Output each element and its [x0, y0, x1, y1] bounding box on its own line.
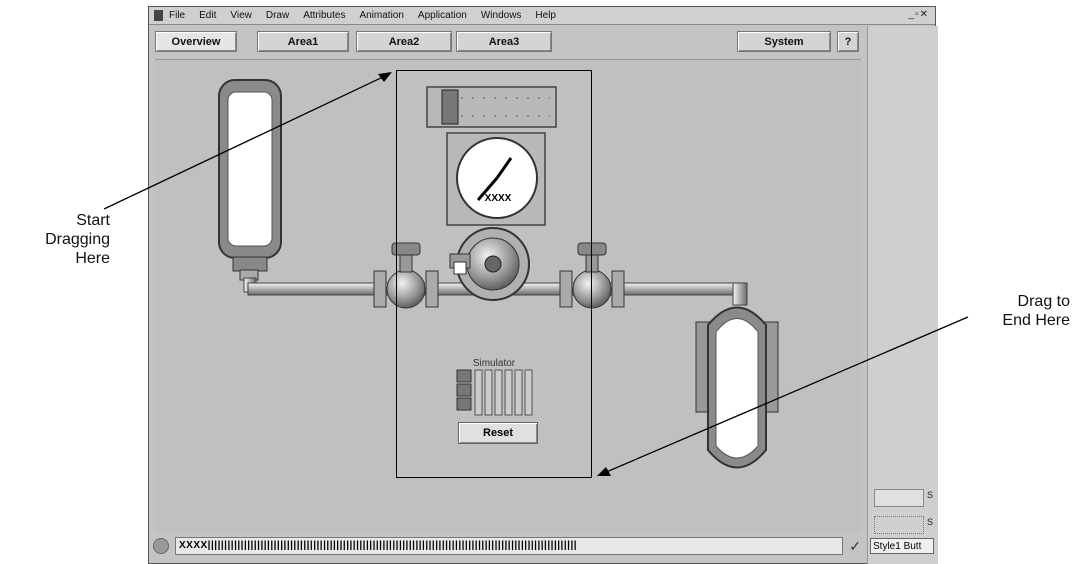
annotation-end-arrow — [597, 316, 969, 476]
right-tank[interactable] — [695, 306, 779, 469]
left-tank[interactable] — [218, 79, 282, 281]
annotation-start-line1: Start — [76, 212, 110, 229]
annotation-end: Drag to End Here — [960, 292, 1070, 330]
annotation-start-line3: Here — [75, 250, 110, 267]
annotation-start-line2: Dragging — [45, 231, 110, 248]
annotation-end-line2: End Here — [1002, 312, 1070, 329]
selection-rectangle — [396, 70, 592, 478]
annotation-end-line1: Drag to — [1017, 293, 1070, 310]
annotation-start: Start Dragging Here — [4, 211, 110, 268]
